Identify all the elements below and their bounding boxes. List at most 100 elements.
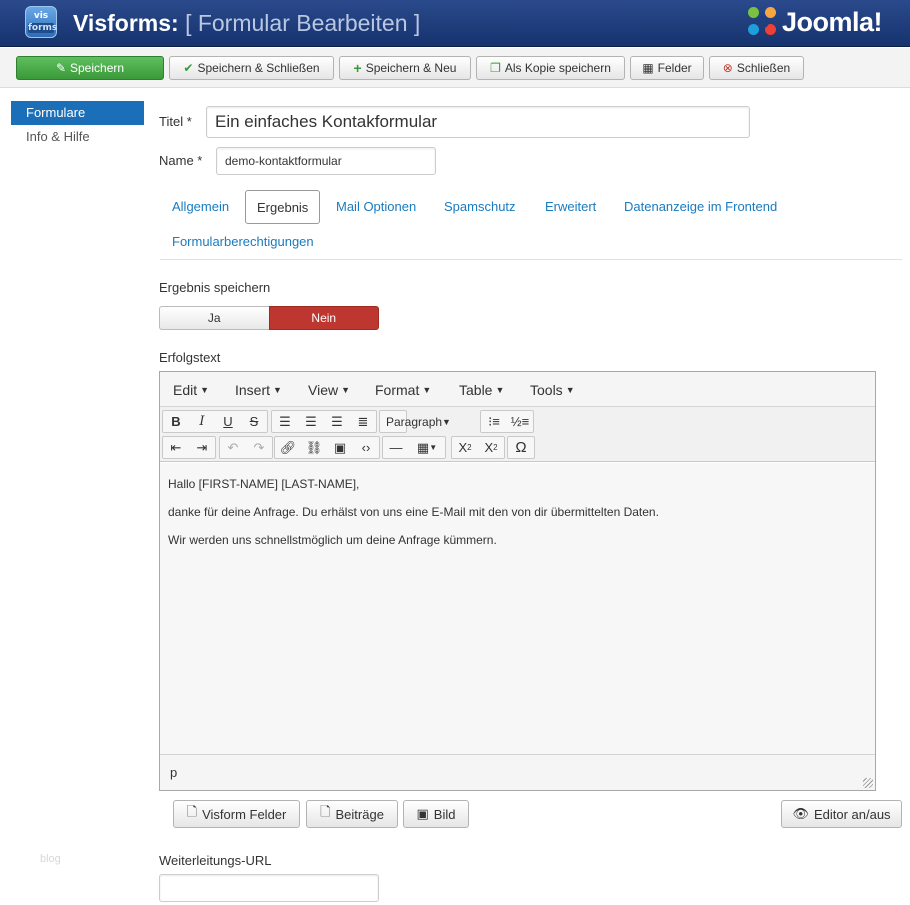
caret-down-icon: ▼ xyxy=(442,416,451,427)
special-char-group: Ω xyxy=(507,436,535,459)
articles-button[interactable]: 🗋︎ Beiträge xyxy=(306,800,398,828)
option-ja[interactable]: Ja xyxy=(159,306,269,330)
menu-format[interactable]: Format ▼ xyxy=(375,382,431,398)
format-select-value: Paragraph ▼ xyxy=(380,411,451,432)
image-button[interactable]: ▣ Bild xyxy=(403,800,469,828)
menu-tools-label: Tools xyxy=(530,382,563,398)
redo-icon[interactable]: ↷ xyxy=(246,437,272,458)
menu-table[interactable]: Table ▼ xyxy=(459,382,504,398)
tab-formularberechtigungen[interactable]: Formularberechtigungen xyxy=(161,225,325,259)
editor-statusbar: p xyxy=(160,754,875,790)
app-header: vis forms Visforms: [ Formular Bearbeite… xyxy=(0,0,910,47)
save-copy-button[interactable]: ❐ Als Kopie speichern xyxy=(476,56,625,80)
toolbar: ✎ Speichern ✔ Speichern & Schließen + Sp… xyxy=(0,48,910,88)
visform-fields-button[interactable]: 🗋︎ Visform Felder xyxy=(173,800,300,828)
page-title: Visforms: [ Formular Bearbeiten ] xyxy=(73,10,420,37)
caret-down-icon: ▼ xyxy=(565,385,575,395)
sidebar-item-formulare[interactable]: Formulare xyxy=(11,101,144,125)
save-result-switch: Ja Nein xyxy=(159,306,379,330)
numbered-list-icon[interactable]: ½≡ xyxy=(507,411,533,432)
articles-label: Beiträge xyxy=(335,806,384,822)
element-path[interactable]: p xyxy=(170,765,177,780)
grid-icon: ▦ xyxy=(642,61,654,75)
undo-icon[interactable]: ↶ xyxy=(220,437,246,458)
sidebar: Formulare Info & Hilfe xyxy=(11,101,144,149)
save-close-button[interactable]: ✔ Speichern & Schließen xyxy=(169,56,334,80)
visforms-logo: vis forms xyxy=(25,6,57,38)
align-group: ☰ ☰ ☰ ≣ xyxy=(271,410,377,433)
title-input[interactable]: Ein einfaches Kontakformular xyxy=(206,106,750,138)
sidebar-item-info-hilfe[interactable]: Info & Hilfe xyxy=(11,125,144,149)
caret-down-icon: ▼ xyxy=(273,385,282,395)
list-group: ⁝≡ ½≡ xyxy=(480,410,534,433)
fields-button[interactable]: ▦ Felder xyxy=(630,56,704,80)
success-text-label: Erfolgstext xyxy=(159,350,221,365)
horizontal-rule-icon[interactable]: — xyxy=(383,437,409,458)
menu-edit[interactable]: Edit ▼ xyxy=(173,382,209,398)
joomla-wordmark: Joomla! xyxy=(782,6,883,37)
menu-format-label: Format xyxy=(375,382,420,398)
editor-content[interactable]: Hallo [FIRST-NAME] [LAST-NAME], danke fü… xyxy=(160,463,875,754)
save-new-button[interactable]: + Speichern & Neu xyxy=(339,56,471,80)
save-button[interactable]: ✎ Speichern xyxy=(16,56,164,80)
script-group: X2 X2 xyxy=(451,436,505,459)
save-label: Speichern xyxy=(70,61,125,75)
edit-icon: ✎ xyxy=(55,61,66,75)
format-select-label: Paragraph xyxy=(386,414,443,429)
tab-erweitert[interactable]: Erweitert xyxy=(534,190,607,224)
tab-spamschutz[interactable]: Spamschutz xyxy=(433,190,527,224)
indent-icon[interactable]: ⇥ xyxy=(189,437,215,458)
format-select[interactable]: Paragraph ▼ xyxy=(379,410,451,433)
align-center-icon[interactable]: ☰ xyxy=(298,411,324,432)
option-nein[interactable]: Nein xyxy=(268,306,379,330)
history-group: ↶ ↷ xyxy=(219,436,273,459)
tab-allgemein[interactable]: Allgemein xyxy=(161,190,240,224)
unlink-icon[interactable]: ⛓ xyxy=(301,437,327,458)
file-add-icon: 🗋︎ xyxy=(186,804,198,819)
menu-insert[interactable]: Insert ▼ xyxy=(235,382,282,398)
picture-icon: ▣ xyxy=(416,806,429,821)
align-justify-icon[interactable]: ≣ xyxy=(350,411,376,432)
watermark-text: blog xyxy=(40,853,61,865)
italic-icon[interactable]: I xyxy=(189,411,215,432)
redirect-url-label: Weiterleitungs-URL xyxy=(159,853,272,868)
outdent-icon[interactable]: ⇤ xyxy=(163,437,189,458)
file-add-icon: 🗋︎ xyxy=(320,804,331,819)
close-button[interactable]: ⊗ Schließen xyxy=(709,56,804,80)
redirect-url-input[interactable] xyxy=(159,874,379,902)
text-style-group: B I U S xyxy=(162,410,268,433)
tab-ergebnis[interactable]: Ergebnis xyxy=(245,190,321,224)
caret-down-icon: ▼ xyxy=(341,385,351,395)
image-label: Bild xyxy=(433,806,456,822)
joomla-mark-icon xyxy=(748,7,778,37)
menu-table-label: Table xyxy=(459,382,493,398)
editor-toggle-button[interactable]: 👁︎ Editor an/aus xyxy=(781,800,902,828)
table-icon[interactable]: ▦ ▼ xyxy=(409,437,445,458)
title-label: Titel * xyxy=(159,114,192,129)
tab-datenanzeige[interactable]: Datenanzeige im Frontend xyxy=(613,190,788,224)
menu-tools[interactable]: Tools ▼ xyxy=(530,382,575,398)
strikethrough-icon[interactable]: S xyxy=(241,411,267,432)
fields-label: Felder xyxy=(657,61,692,75)
joomla-logo: Joomla! xyxy=(748,6,883,38)
underline-icon[interactable]: U xyxy=(215,411,241,432)
editor-menubar: Edit ▼ Insert ▼ View ▼ Format ▼ Table ▼ Tools… xyxy=(160,372,875,407)
align-left-icon[interactable]: ☰ xyxy=(272,411,298,432)
bullet-list-icon[interactable]: ⁝≡ xyxy=(481,411,507,432)
link-icon[interactable]: 🔗︎ xyxy=(275,437,301,458)
omega-icon[interactable]: Ω xyxy=(508,437,534,458)
superscript-icon[interactable]: X2 xyxy=(478,437,504,458)
hr-table-group: — ▦ ▼ xyxy=(382,436,446,459)
tab-mail-optionen[interactable]: Mail Optionen xyxy=(325,190,427,224)
rich-text-editor: Edit ▼ Insert ▼ View ▼ Format ▼ Table ▼ Tools… xyxy=(159,371,876,791)
resize-handle-icon[interactable] xyxy=(863,778,873,788)
save-copy-label: Als Kopie speichern xyxy=(504,61,611,75)
code-icon[interactable]: ‹› xyxy=(353,437,379,458)
subscript-icon[interactable]: X2 xyxy=(452,437,478,458)
align-right-icon[interactable]: ☰ xyxy=(324,411,350,432)
name-input[interactable]: demo-kontaktformular xyxy=(216,147,436,175)
editor-toggle-label: Editor an/aus xyxy=(813,806,891,822)
menu-view[interactable]: View ▼ xyxy=(308,382,350,398)
bold-icon[interactable]: B xyxy=(163,411,189,432)
image-icon[interactable]: ▣ xyxy=(327,437,353,458)
